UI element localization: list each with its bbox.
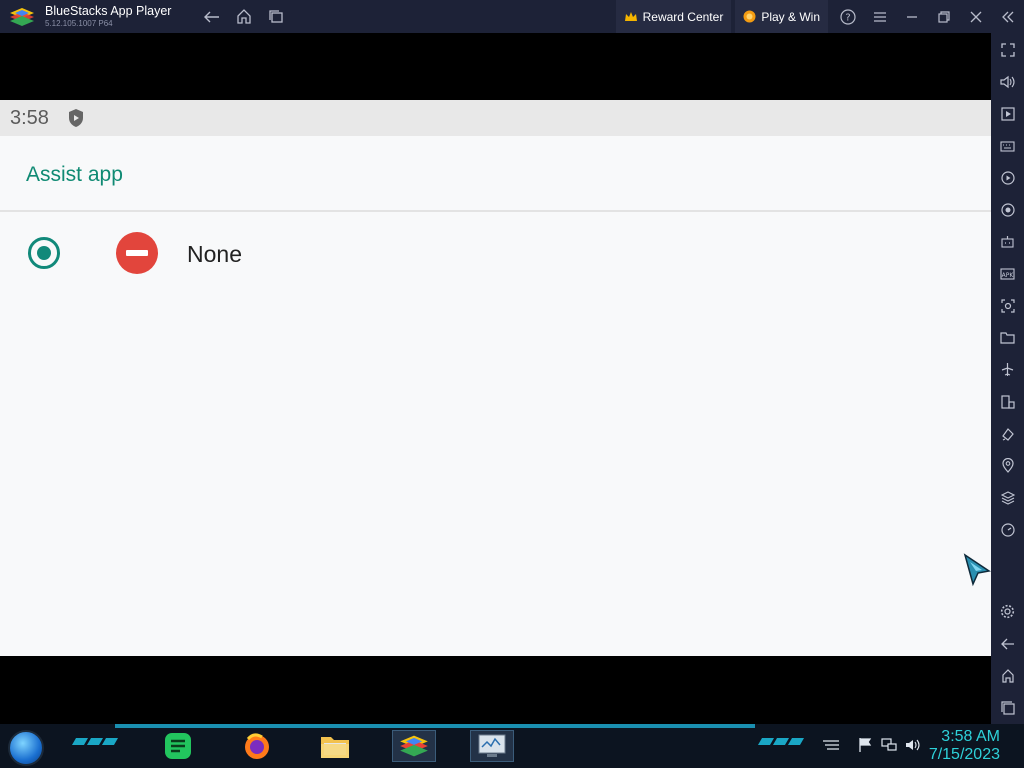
svg-text:?: ? [845,12,850,23]
robot-icon[interactable] [998,232,1017,251]
speaker-icon[interactable] [904,736,922,754]
settings-gear-icon[interactable] [998,602,1017,621]
taskbar-date: 7/15/2023 [928,746,1000,763]
taskbar-decoration-left [71,738,119,746]
back-arrow-icon[interactable] [201,6,223,28]
media-icon[interactable] [998,104,1017,123]
window-title: BlueStacks App Player [45,3,172,18]
app-title: BlueStacks App Player 5.12.105.1007 P64 [45,5,171,29]
eco-mode-icon[interactable] [998,424,1017,443]
taskbar-time: 3:58 AM [941,728,1000,745]
apk-icon[interactable]: APK [998,264,1017,283]
android-home-icon[interactable] [998,666,1017,685]
taskbar-clock[interactable]: 3:58 AM 7/15/2023 [929,728,1000,764]
screen-root: BlueStacks App Player 5.12.105.1007 P64 … [0,0,1024,768]
mouse-cursor-icon [963,553,991,587]
system-monitor-icon[interactable] [470,730,514,762]
location-icon[interactable] [998,456,1017,475]
right-sidebar: APK [991,33,1024,724]
no-entry-icon [116,232,158,274]
android-status-bar: 3:58 [0,100,991,136]
android-recents-icon[interactable] [998,698,1017,717]
bluestacks-taskbar-icon[interactable] [392,730,436,762]
app-bar: Assist app [0,136,991,212]
minimize-icon[interactable] [896,0,928,33]
restore-icon[interactable] [928,0,960,33]
collapse-sidebar-icon[interactable] [992,0,1024,33]
reward-center-label: Reward Center [642,9,724,24]
volume-icon[interactable] [998,72,1017,91]
bluestacks-logo-icon [9,7,35,27]
help-icon[interactable]: ? [832,0,864,33]
page-title: Assist app [26,163,123,186]
android-screen: 3:58 Assist app None [0,100,991,656]
tray-overflow-icon[interactable] [822,736,840,754]
title-nav [201,6,287,28]
layers-icon[interactable] [998,488,1017,507]
version-label: 5.12.105.1007 P64 [45,19,113,29]
reward-center-button[interactable]: Reward Center [615,0,732,33]
option-row-none[interactable]: None [0,214,991,294]
title-bar: BlueStacks App Player 5.12.105.1007 P64 … [0,0,1024,33]
radio-dot [37,246,51,260]
no-entry-bar [126,250,148,256]
network-icon[interactable] [880,736,898,754]
crown-icon [624,11,637,21]
android-back-icon[interactable] [998,634,1017,653]
file-explorer-icon[interactable] [318,730,352,762]
fullscreen-icon[interactable] [998,40,1017,59]
option-label: None [187,241,242,267]
folder-icon[interactable] [998,328,1017,347]
play-protect-shield-icon [68,109,83,127]
coin-icon [743,10,756,23]
taskbar-glow [115,724,755,728]
screenshot-icon[interactable] [998,296,1017,315]
play-win-label: Play & Win [761,9,820,24]
notes-app-icon[interactable] [161,730,195,762]
close-icon[interactable] [960,0,992,33]
os-taskbar: 3:58 AM 7/15/2023 [0,724,1024,768]
multi-instance-icon[interactable] [998,392,1017,411]
keyboard-icon[interactable] [998,136,1017,155]
menu-icon[interactable] [864,0,896,33]
title-right: Reward Center Play & Win ? [615,0,1024,33]
record-icon[interactable] [998,200,1017,219]
firefox-icon[interactable] [240,730,274,762]
airplane-icon[interactable] [998,360,1017,379]
macro-play-icon[interactable] [998,168,1017,187]
start-orb-icon[interactable] [8,730,44,766]
performance-icon[interactable] [998,520,1017,539]
recent-apps-icon[interactable] [265,6,287,28]
radio-button-selected[interactable] [28,237,60,269]
home-icon[interactable] [233,6,255,28]
taskbar-decoration-right [757,738,805,746]
svg-text:APK: APK [1002,272,1015,279]
play-win-button[interactable]: Play & Win [735,0,828,33]
action-center-flag-icon[interactable] [856,736,874,754]
status-clock: 3:58 [10,106,49,129]
